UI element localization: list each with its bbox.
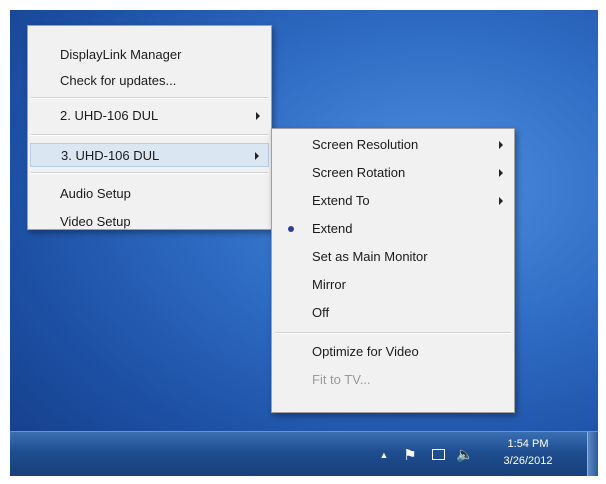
menu-item-label: 2. UHD-106 DUL	[60, 108, 159, 123]
chevron-up-icon[interactable]: ▲	[378, 432, 390, 476]
submenu-arrow-icon	[255, 152, 259, 160]
clock-time: 1:54 PM	[507, 438, 549, 450]
menu-item-label: Screen Rotation	[312, 165, 406, 180]
clock-date: 3/26/2012	[503, 455, 553, 467]
volume-icon[interactable]: 🔈	[456, 432, 474, 476]
menu-item-label: Mirror	[312, 277, 346, 292]
menu-item-displaylink-manager[interactable]: DisplayLink Manager	[30, 43, 269, 67]
submenu-item-screen-rotation[interactable]: Screen Rotation	[274, 161, 512, 185]
menu-item-label: Extend To	[312, 193, 370, 208]
menu-item-label: Screen Resolution	[312, 137, 419, 152]
menu-item-label: Video Setup	[60, 214, 131, 229]
displaylink-context-menu: DisplayLink Manager Check for updates...…	[27, 25, 272, 230]
show-desktop-button[interactable]	[587, 432, 598, 476]
menu-item-label: Optimize for Video	[312, 344, 419, 359]
menu-item-check-updates[interactable]: Check for updates...	[30, 69, 269, 93]
menu-item-monitor-3[interactable]: 3. UHD-106 DUL	[30, 143, 269, 167]
submenu-arrow-icon	[499, 197, 503, 205]
menu-item-audio-setup[interactable]: Audio Setup	[30, 182, 269, 206]
taskbar: ▲ ⚑ 🔈 1:54 PM 3/26/2012	[10, 431, 598, 476]
menu-separator	[275, 332, 511, 334]
submenu-arrow-icon	[256, 112, 260, 120]
menu-item-label: Audio Setup	[60, 186, 131, 201]
submenu-item-off[interactable]: Off	[274, 301, 512, 325]
menu-item-label: Fit to TV...	[312, 372, 371, 387]
menu-separator	[31, 134, 268, 136]
menu-item-label: Off	[312, 305, 330, 320]
menu-item-label: Check for updates...	[60, 73, 177, 88]
submenu-arrow-icon	[499, 141, 503, 149]
menu-separator	[31, 172, 268, 174]
menu-item-label: Extend	[312, 221, 353, 236]
desktop: DisplayLink Manager Check for updates...…	[10, 10, 598, 476]
submenu-item-fit-to-tv: Fit to TV...	[274, 368, 512, 392]
menu-item-label: Set as Main Monitor	[312, 249, 428, 264]
submenu-item-extend-to[interactable]: Extend To	[274, 189, 512, 213]
submenu-item-mirror[interactable]: Mirror	[274, 273, 512, 297]
submenu-arrow-icon	[499, 169, 503, 177]
flag-icon[interactable]: ⚑	[402, 432, 418, 476]
network-icon[interactable]	[430, 432, 446, 476]
menu-item-monitor-2[interactable]: 2. UHD-106 DUL	[30, 104, 269, 128]
menu-item-video-setup[interactable]: Video Setup	[30, 210, 269, 234]
submenu-item-optimize-video[interactable]: Optimize for Video	[274, 340, 512, 364]
submenu-item-extend[interactable]: Extend	[274, 217, 512, 241]
submenu-item-set-main-monitor[interactable]: Set as Main Monitor	[274, 245, 512, 269]
taskbar-clock[interactable]: 1:54 PM 3/26/2012	[498, 436, 558, 470]
menu-item-label: 3. UHD-106 DUL	[61, 148, 160, 163]
monitor-submenu: Screen Resolution Screen Rotation Extend…	[271, 128, 515, 413]
menu-separator	[31, 97, 268, 99]
menu-item-label: DisplayLink Manager	[60, 47, 182, 62]
submenu-item-screen-resolution[interactable]: Screen Resolution	[274, 133, 512, 157]
selected-radio-icon	[288, 226, 294, 232]
